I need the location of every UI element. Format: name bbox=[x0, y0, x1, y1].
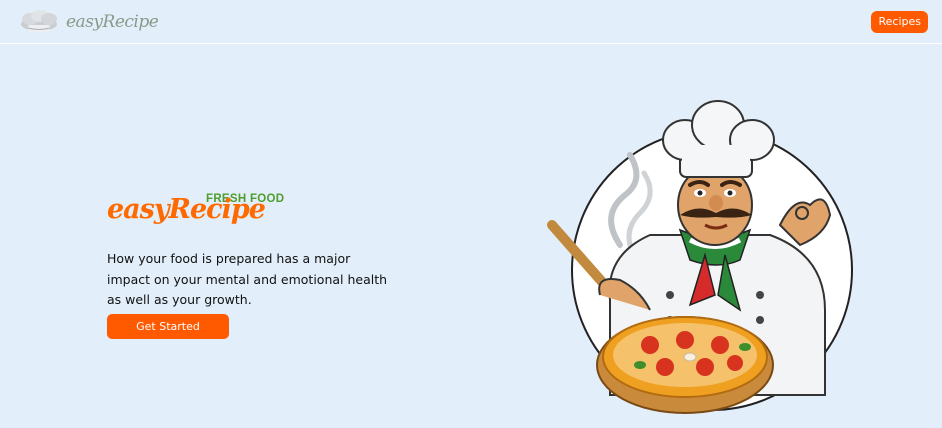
chef-hat-icon bbox=[21, 10, 57, 32]
hero-description: How your food is prepared has a major im… bbox=[107, 251, 388, 307]
hero-title: easyRecipe bbox=[107, 194, 266, 225]
recipes-button[interactable]: Recipes bbox=[871, 11, 928, 33]
navbar: easyRecipe Recipes bbox=[0, 0, 942, 44]
chef-illustration bbox=[547, 100, 853, 414]
brand-name: easyRecipe bbox=[66, 12, 159, 32]
brand-link[interactable]: easyRecipe bbox=[18, 6, 159, 38]
get-started-button[interactable]: Get Started bbox=[107, 314, 229, 339]
